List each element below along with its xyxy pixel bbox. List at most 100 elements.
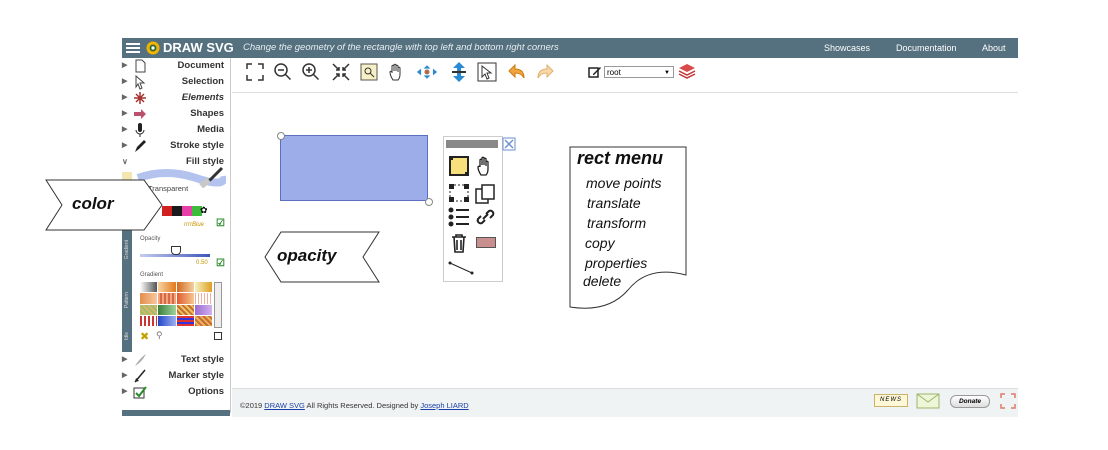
- pan-arrows-icon[interactable]: [416, 60, 438, 84]
- vertical-arrows-icon[interactable]: [448, 60, 470, 84]
- nav-documentation[interactable]: Documentation: [896, 43, 957, 53]
- rect-menu-item-copy: copy: [585, 235, 615, 251]
- undo-icon[interactable]: [506, 60, 528, 84]
- gradient-swatches[interactable]: [140, 282, 212, 326]
- select-arrow-icon[interactable]: [476, 60, 498, 84]
- close-icon[interactable]: [502, 137, 516, 151]
- selected-rectangle[interactable]: [280, 135, 428, 201]
- app-brand[interactable]: DRAW SVG: [146, 40, 234, 55]
- page-description: Change the geometry of the rectangle wit…: [243, 42, 559, 53]
- search-icon[interactable]: ⚲: [156, 330, 163, 341]
- layers-icon[interactable]: [676, 60, 698, 84]
- delete-trash-icon[interactable]: [450, 233, 468, 253]
- nav-about[interactable]: About: [982, 43, 1006, 53]
- fill-swatch-icon[interactable]: [476, 237, 496, 248]
- sidebar-item-stroke-style[interactable]: ▶ Stroke style: [122, 138, 228, 154]
- sidebar-item-label: Selection: [181, 76, 224, 87]
- sidebar-item-selection[interactable]: ▶ Selection: [122, 74, 228, 90]
- author-link[interactable]: Joseph LIARD: [420, 401, 468, 410]
- nav-showcases[interactable]: Showcases: [824, 43, 870, 53]
- expand-arrow-icon: ▶: [122, 356, 128, 363]
- menu-drag-bar[interactable]: [446, 140, 498, 148]
- tab-pattern[interactable]: Pattern: [124, 292, 130, 308]
- edit-icon[interactable]: [584, 60, 606, 84]
- line-icon[interactable]: [448, 261, 474, 275]
- brand-link[interactable]: DRAW SVG: [264, 401, 305, 410]
- apply-opacity-check-icon[interactable]: ☑: [216, 258, 225, 269]
- move-points-icon[interactable]: [448, 155, 470, 177]
- mail-icon[interactable]: [916, 393, 940, 409]
- pen-icon: [135, 140, 146, 152]
- sidebar-item-marker-style[interactable]: ▶ Marker style: [122, 368, 228, 384]
- sidebar-item-document[interactable]: ▶ Document: [122, 58, 228, 74]
- donate-button[interactable]: Donate: [950, 395, 990, 408]
- zoom-out-icon[interactable]: [272, 60, 294, 84]
- sidebar-item-label: Text style: [180, 354, 224, 365]
- properties-list-icon[interactable]: [448, 207, 470, 227]
- expand-arrow-icon: ▶: [122, 78, 128, 85]
- sidebar-item-options[interactable]: ▶ Options: [122, 384, 228, 400]
- gradient-option-checkbox[interactable]: [214, 332, 222, 340]
- gradient-scrollbar[interactable]: [214, 282, 222, 328]
- hand-icon[interactable]: [474, 155, 496, 177]
- sidebar: ▶ Document ▶ Selection ▶ Elements ▶ Shap…: [122, 58, 231, 413]
- top-bar: DRAW SVG Change the geometry of the rect…: [122, 38, 1018, 58]
- sidebar-item-elements[interactable]: ▶ Elements: [122, 90, 228, 106]
- gradient-label: Gradient: [140, 272, 164, 278]
- arrow-shape-icon: [134, 109, 146, 119]
- collapse-arrow-icon: ∨: [122, 157, 128, 166]
- hand-icon[interactable]: [386, 60, 408, 84]
- feather-icon: [135, 354, 146, 366]
- sidebar-item-label: Elements: [181, 92, 224, 103]
- rect-menu-item-properties: properties: [585, 255, 648, 271]
- rect-menu-item-move-points: move points: [586, 175, 662, 191]
- expand-arrow-icon: ▶: [122, 94, 128, 101]
- rect-menu-title: rect menu: [577, 148, 664, 168]
- sidebar-item-media[interactable]: ▶ Media: [122, 122, 228, 138]
- tools-icon[interactable]: ✖: [140, 330, 149, 343]
- apply-color-check-icon[interactable]: ☑: [216, 218, 225, 229]
- sidebar-item-label: Document: [177, 60, 224, 71]
- rect-menu-item-translate: translate: [587, 195, 641, 211]
- tab-gradient[interactable]: Gradient: [124, 240, 130, 259]
- footer: ©2019 DRAW SVG All Rights Reserved. Desi…: [232, 388, 1018, 417]
- sidebar-footer-bar: [122, 410, 230, 416]
- expand-arrow-icon: ▶: [122, 110, 128, 117]
- rect-menu-item-delete: delete: [583, 273, 622, 289]
- opacity-label: Opacity: [140, 236, 161, 242]
- rect-menu-item-transform: transform: [587, 215, 647, 231]
- copyright-prefix: ©2019: [240, 401, 265, 410]
- fit-icon[interactable]: [330, 60, 352, 84]
- layer-select-value: root: [607, 68, 621, 77]
- zoom-in-icon[interactable]: [300, 60, 322, 84]
- expand-icon[interactable]: [1000, 393, 1016, 409]
- redo-icon[interactable]: [534, 60, 556, 84]
- color-picker-icon[interactable]: ✿: [200, 205, 208, 216]
- copyright-text: ©2019 DRAW SVG All Rights Reserved. Desi…: [240, 401, 469, 410]
- expand-arrow-icon: ▶: [122, 142, 128, 149]
- fullscreen-icon[interactable]: [244, 60, 266, 84]
- expand-arrow-icon: ▶: [122, 388, 128, 395]
- copyright-middle: All Rights Reserved. Designed by: [304, 401, 421, 410]
- transform-icon[interactable]: [448, 183, 470, 203]
- toolbar: root ▼: [244, 60, 704, 88]
- microphone-icon: [135, 123, 145, 137]
- layer-select[interactable]: root ▼: [604, 66, 674, 78]
- asterisk-icon: [134, 92, 146, 104]
- tab-idle[interactable]: Idle: [124, 332, 130, 340]
- sidebar-item-label: Media: [197, 124, 224, 135]
- sidebar-item-label: Stroke style: [170, 140, 224, 151]
- top-left-handle[interactable]: [277, 132, 285, 140]
- copy-icon[interactable]: [474, 183, 496, 205]
- opacity-slider-thumb[interactable]: [171, 246, 181, 255]
- link-icon[interactable]: [474, 207, 496, 227]
- sidebar-item-text-style[interactable]: ▶ Text style: [122, 352, 228, 368]
- bottom-right-handle[interactable]: [425, 198, 433, 206]
- rect-context-menu: [443, 136, 503, 282]
- zoom-box-icon[interactable]: [358, 60, 380, 84]
- hamburger-menu-icon[interactable]: [125, 40, 141, 56]
- opacity-callout-label: opacity: [277, 246, 337, 265]
- sidebar-item-shapes[interactable]: ▶ Shapes: [122, 106, 228, 122]
- news-button[interactable]: NEWS: [874, 394, 908, 407]
- sidebar-item-label: Shapes: [190, 108, 224, 119]
